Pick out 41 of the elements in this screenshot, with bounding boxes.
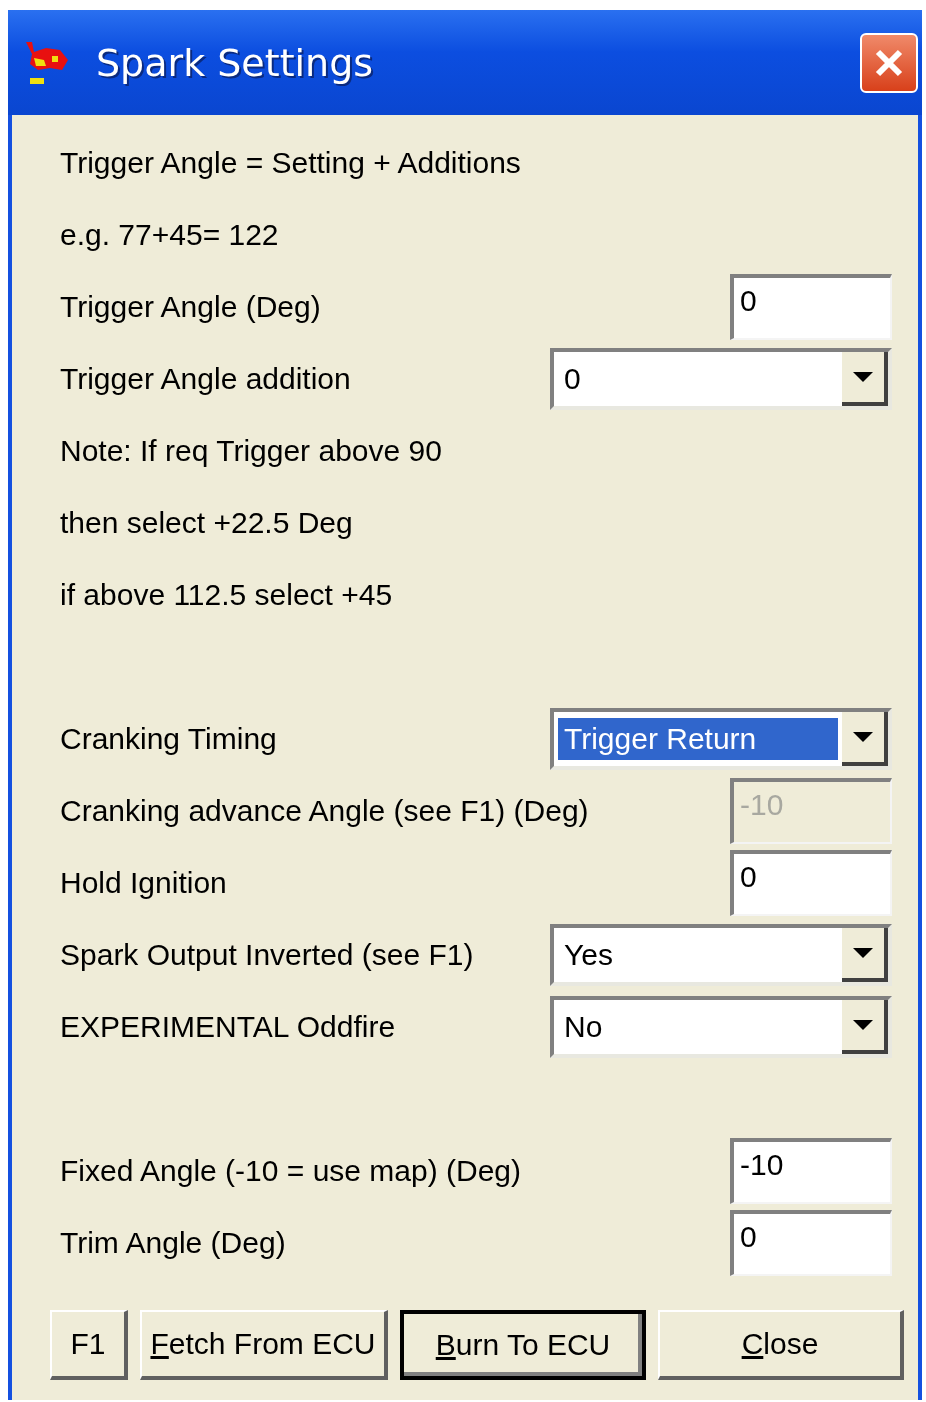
- dropdown-value: Yes: [563, 937, 614, 973]
- caret-icon: [853, 372, 873, 382]
- close-icon: [874, 47, 904, 78]
- field-label: then select +22.5 Deg: [60, 506, 353, 540]
- dropdown-value: No: [563, 1009, 604, 1045]
- caret-icon: [853, 948, 873, 958]
- dialog-button[interactable]: Close: [658, 1310, 904, 1380]
- field-label: Trigger Angle = Setting + Additions: [60, 146, 521, 180]
- dropdown[interactable]: No: [550, 996, 892, 1058]
- field-label: Trigger Angle (Deg): [60, 290, 321, 324]
- field-label: Cranking Timing: [60, 722, 277, 756]
- dropdown[interactable]: Trigger Return: [550, 708, 892, 770]
- caret-icon: [853, 732, 873, 742]
- field-label: Spark Output Inverted (see F1): [60, 938, 474, 972]
- close-button[interactable]: [860, 32, 918, 93]
- input-field[interactable]: 0: [730, 850, 892, 916]
- dropdown-value: Trigger Return: [558, 718, 838, 760]
- dropdown-button[interactable]: [842, 1000, 888, 1054]
- field-label: Trim Angle (Deg): [60, 1226, 286, 1260]
- field-label: e.g. 77+45= 122: [60, 218, 279, 252]
- dropdown[interactable]: 0: [550, 348, 892, 410]
- dialog-button[interactable]: Fetch From ECU: [140, 1310, 388, 1380]
- input-field[interactable]: -10: [730, 1138, 892, 1204]
- field-label: Fixed Angle (-10 = use map) (Deg): [60, 1154, 522, 1188]
- dropdown-button[interactable]: [842, 712, 888, 766]
- field-label: if above 112.5 select +45: [60, 578, 393, 612]
- input-field[interactable]: 0: [730, 1210, 892, 1276]
- field-label: Cranking advance Angle (see F1) (Deg): [60, 794, 589, 828]
- field-label: Hold Ignition: [60, 866, 227, 900]
- caret-icon: [853, 1020, 873, 1030]
- field-label: EXPERIMENTAL Oddfire: [60, 1010, 396, 1044]
- dialog-button[interactable]: F1: [50, 1310, 128, 1380]
- field-label: Note: If req Trigger above 90: [60, 434, 442, 468]
- dropdown-button[interactable]: [842, 352, 888, 406]
- field-label: Trigger Angle addition: [60, 362, 351, 396]
- window-title: Spark Settings: [96, 40, 375, 85]
- dropdown-button[interactable]: [842, 928, 888, 982]
- dropdown-value: 0: [563, 361, 582, 397]
- input-field[interactable]: 0: [730, 274, 892, 340]
- dialog-button[interactable]: Burn To ECU: [400, 1310, 646, 1380]
- dropdown[interactable]: Yes: [550, 924, 892, 986]
